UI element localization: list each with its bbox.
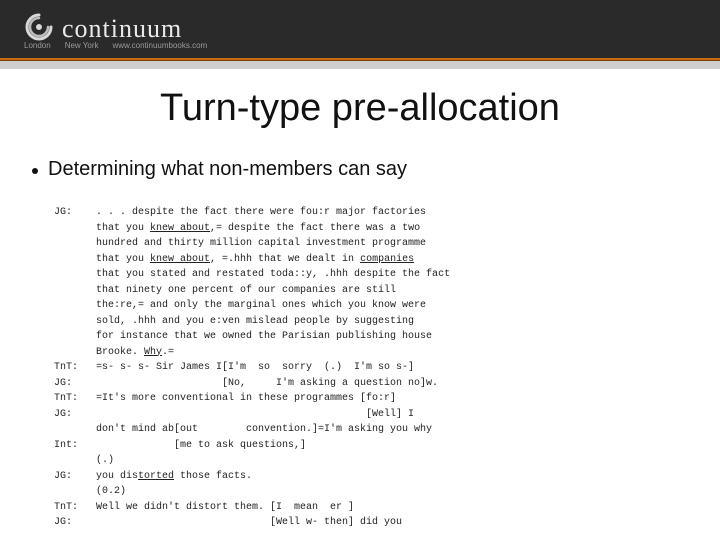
header-subline: London New York www.continuumbooks.com [0,38,720,52]
gray-band [0,61,720,69]
slide-title: Turn-type pre-allocation [28,87,692,130]
tx-line: Brooke. [54,347,144,358]
tx-line: .= [162,347,174,358]
brand-header: continuum London New York www.continuumb… [0,0,720,58]
bullet-1-text: Determining what non-members can say [48,158,407,181]
tx-line: TnT: =It's more conventional in these pr… [54,393,396,404]
tx-line: that you [54,223,150,234]
tx-line: hundred and thirty million capital inves… [54,238,426,249]
tx-line: TnT: Well we didn't distort them. [I mea… [54,502,354,513]
tx-line: Int: [me to ask questions,] [54,440,306,451]
tx-underline: knew about [150,223,210,234]
header-city-2: New York [65,41,99,50]
tx-line: that you stated and restated toda::y, .h… [54,269,450,280]
bullet-1: Determining what non-members can say [32,158,692,181]
tx-line: those facts. [174,471,252,482]
tx-line: , =.hhh that we dealt in [210,254,360,265]
tx-line: ,= despite the fact there was a two [210,223,420,234]
tx-underline: Why [144,347,162,358]
tx-line: JG: [Well w- then] did you [54,517,402,528]
tx-underline: knew about [150,254,210,265]
tx-line: don't mind ab[out convention.]=I'm askin… [54,424,432,435]
header-url: www.continuumbooks.com [113,41,208,50]
tx-line: JG: [No, I'm asking a question no]w. [54,378,438,389]
tx-line: that ninety one percent of our companies… [54,285,396,296]
bullet-dot-icon [32,168,38,174]
slide-body: Turn-type pre-allocation Determining wha… [0,69,720,531]
tx-line: JG: . . . despite the fact there were fo… [54,207,426,218]
tx-underline: companies [360,254,414,265]
tx-line: for instance that we owned the Parisian … [54,331,432,342]
tx-line: JG: you dis [54,471,138,482]
tx-line: (.) [54,455,114,466]
tx-line: that you [54,254,150,265]
tx-line: sold, .hhh and you e:ven mislead people … [54,316,414,327]
header-city-1: London [24,41,51,50]
tx-line: JG: [Well] I [54,409,414,420]
tx-line: (0.2) [54,486,126,497]
tx-line: TnT: =s- s- s- Sir James I[I'm so sorry … [54,362,414,373]
tx-underline: torted [138,471,174,482]
tx-line: the:re,= and only the marginal ones whic… [54,300,426,311]
transcript-block: JG: . . . despite the fact there were fo… [54,205,666,531]
